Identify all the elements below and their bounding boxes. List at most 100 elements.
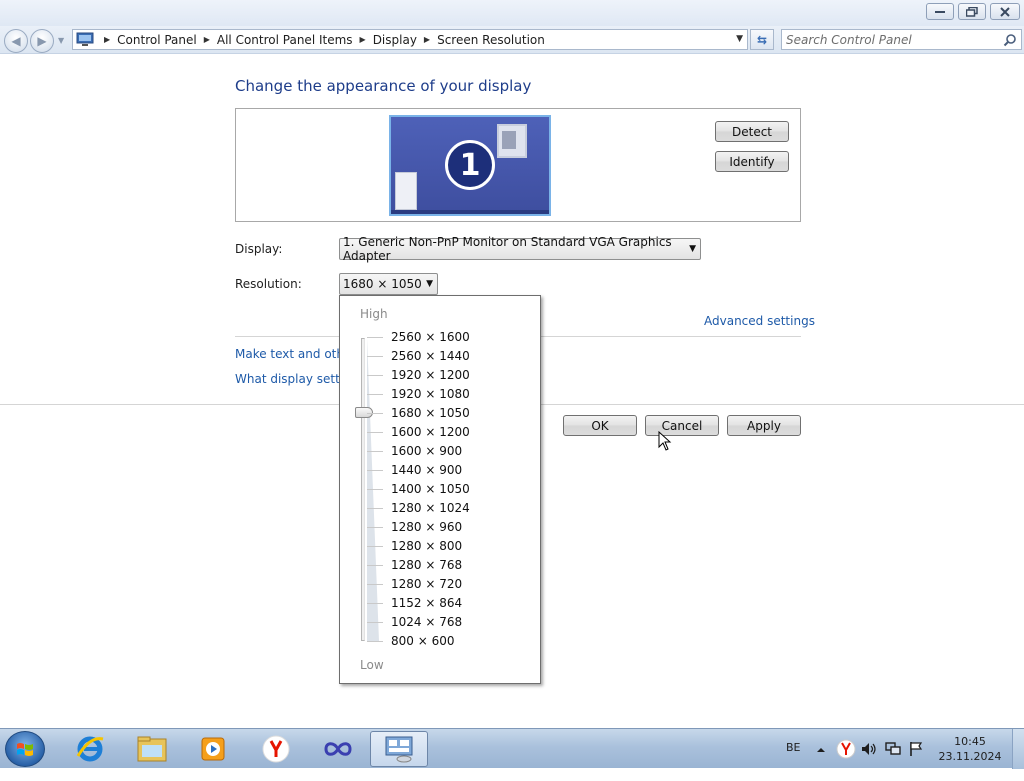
slider-tick: [367, 508, 383, 509]
apply-button[interactable]: Apply: [727, 415, 801, 436]
yandex-tray-icon[interactable]: [836, 739, 856, 759]
resolution-option[interactable]: 1920 × 1200: [340, 366, 540, 385]
resolution-select-value: 1680 × 1050: [343, 277, 422, 291]
resolution-option[interactable]: 2560 × 1600: [340, 328, 540, 347]
chevron-down-icon: ▼: [689, 244, 696, 254]
cancel-button[interactable]: Cancel: [645, 415, 719, 436]
network-icon[interactable]: [884, 741, 902, 757]
forward-button[interactable]: ▶: [30, 29, 54, 53]
resolution-select[interactable]: 1680 × 1050 ▼: [339, 273, 438, 295]
resolution-option-label: 1152 × 864: [391, 596, 463, 610]
slider-tick: [367, 394, 383, 395]
clock-time: 10:45: [954, 735, 986, 748]
mouse-cursor-icon: [658, 431, 672, 451]
resolution-option[interactable]: 800 × 600: [340, 632, 540, 651]
resolution-option-label: 1280 × 720: [391, 577, 463, 591]
resolution-option[interactable]: 1440 × 900: [340, 461, 540, 480]
display-select[interactable]: 1. Generic Non-PnP Monitor on Standard V…: [339, 235, 701, 263]
restore-button[interactable]: [958, 3, 986, 20]
back-arrow-icon: ◀: [11, 34, 21, 48]
resolution-option-label: 1024 × 768: [391, 615, 463, 629]
resolution-option[interactable]: 1400 × 1050: [340, 480, 540, 499]
address-bar[interactable]: ▶ Control Panel ▶ All Control Panel Item…: [72, 29, 748, 50]
resolution-option-label: 2560 × 1600: [391, 330, 470, 344]
start-button[interactable]: [5, 731, 45, 767]
resolution-option-label: 1280 × 800: [391, 539, 463, 553]
resolution-dropdown: High 2560 × 1600 2560 × 1440 1920 × 1200 19…: [339, 295, 541, 684]
page-title: Change the appearance of your display: [235, 77, 532, 95]
close-button[interactable]: [990, 3, 1020, 20]
show-desktop-button[interactable]: [1012, 729, 1024, 769]
taskbar-media-player[interactable]: [186, 731, 241, 767]
resolution-option[interactable]: 1280 × 960: [340, 518, 540, 537]
taskbar-internet-explorer[interactable]: [62, 731, 117, 767]
taskbar: BE 10:45 23.11.2024: [0, 728, 1024, 769]
low-label: Low: [360, 658, 384, 672]
clock-date: 23.11.2024: [938, 750, 1002, 763]
search-icon[interactable]: [1003, 33, 1017, 47]
slider-tick: [367, 622, 383, 623]
resolution-option[interactable]: 1152 × 864: [340, 594, 540, 613]
resolution-option[interactable]: 1600 × 1200: [340, 423, 540, 442]
resolution-option-label: 1680 × 1050: [391, 406, 470, 420]
back-button[interactable]: ◀: [4, 29, 28, 53]
slider-tick: [367, 356, 383, 357]
slider-tick: [367, 565, 383, 566]
breadcrumb-screen-resolution[interactable]: Screen Resolution: [437, 33, 545, 47]
detect-button[interactable]: Detect: [715, 121, 789, 142]
taskbar-infinity-app[interactable]: [310, 731, 365, 767]
language-indicator[interactable]: BE: [786, 741, 801, 781]
taskbar-yandex-browser[interactable]: [248, 731, 303, 767]
taskbar-thumbnail: [391, 210, 549, 214]
slider-tick: [367, 489, 383, 490]
display-select-value: 1. Generic Non-PnP Monitor on Standard V…: [343, 235, 672, 263]
breadcrumb-chevron-icon[interactable]: ▶: [204, 35, 210, 44]
recent-pages-chevron-icon[interactable]: ▼: [58, 36, 66, 45]
resolution-option[interactable]: 2560 × 1440: [340, 347, 540, 366]
resolution-option[interactable]: 1280 × 800: [340, 537, 540, 556]
address-dropdown-icon[interactable]: ▼: [736, 34, 743, 44]
taskbar-control-panel-display[interactable]: [370, 731, 428, 767]
minimize-icon: [927, 4, 953, 19]
resolution-option[interactable]: 1280 × 1024: [340, 499, 540, 518]
resolution-option-label: 1920 × 1200: [391, 368, 470, 382]
volume-icon[interactable]: [860, 741, 878, 757]
resolution-option[interactable]: 1280 × 720: [340, 575, 540, 594]
resolution-option-label: 2560 × 1440: [391, 349, 470, 363]
breadcrumb-all-items[interactable]: All Control Panel Items: [217, 33, 353, 47]
resolution-option-label: 1400 × 1050: [391, 482, 470, 496]
slider-tick: [367, 337, 383, 338]
refresh-button[interactable]: ⇆: [750, 29, 774, 50]
identify-button[interactable]: Identify: [715, 151, 789, 172]
windows-explorer-icon: [137, 736, 166, 762]
media-player-icon: [201, 737, 224, 761]
resolution-option[interactable]: 1280 × 768: [340, 556, 540, 575]
advanced-settings-link[interactable]: Advanced settings: [704, 314, 815, 328]
taskbar-windows-explorer[interactable]: [124, 731, 179, 767]
show-hidden-icons-chevron-icon[interactable]: [816, 745, 826, 755]
resolution-option[interactable]: 1024 × 768: [340, 613, 540, 632]
resolution-option[interactable]: 1920 × 1080: [340, 385, 540, 404]
resolution-option[interactable]: 1680 × 1050: [340, 404, 540, 423]
search-box[interactable]: [781, 29, 1022, 50]
action-center-flag-icon[interactable]: [908, 741, 924, 757]
slider-tick: [367, 375, 383, 376]
resolution-option[interactable]: 1600 × 900: [340, 442, 540, 461]
title-bar: [0, 0, 1024, 26]
slider-tick: [367, 470, 383, 471]
breadcrumb-display[interactable]: Display: [373, 33, 417, 47]
monitor-1-thumbnail[interactable]: 1: [389, 115, 551, 216]
ok-button[interactable]: OK: [563, 415, 637, 436]
breadcrumb-chevron-icon[interactable]: ▶: [104, 35, 110, 44]
breadcrumb-chevron-icon[interactable]: ▶: [424, 35, 430, 44]
forward-arrow-icon: ▶: [37, 34, 47, 48]
breadcrumb-chevron-icon[interactable]: ▶: [360, 35, 366, 44]
high-label: High: [360, 307, 388, 321]
screen-resolution-window: ◀ ▶ ▼ ▶ Control Panel ▶ All Control Pane…: [0, 0, 1024, 728]
search-input[interactable]: [786, 31, 996, 48]
resolution-option-label: 1920 × 1080: [391, 387, 470, 401]
system-clock[interactable]: 10:45 23.11.2024: [934, 734, 1006, 764]
minimize-button[interactable]: [926, 3, 954, 20]
breadcrumb-control-panel[interactable]: Control Panel: [117, 33, 197, 47]
display-label: Display:: [235, 242, 283, 256]
